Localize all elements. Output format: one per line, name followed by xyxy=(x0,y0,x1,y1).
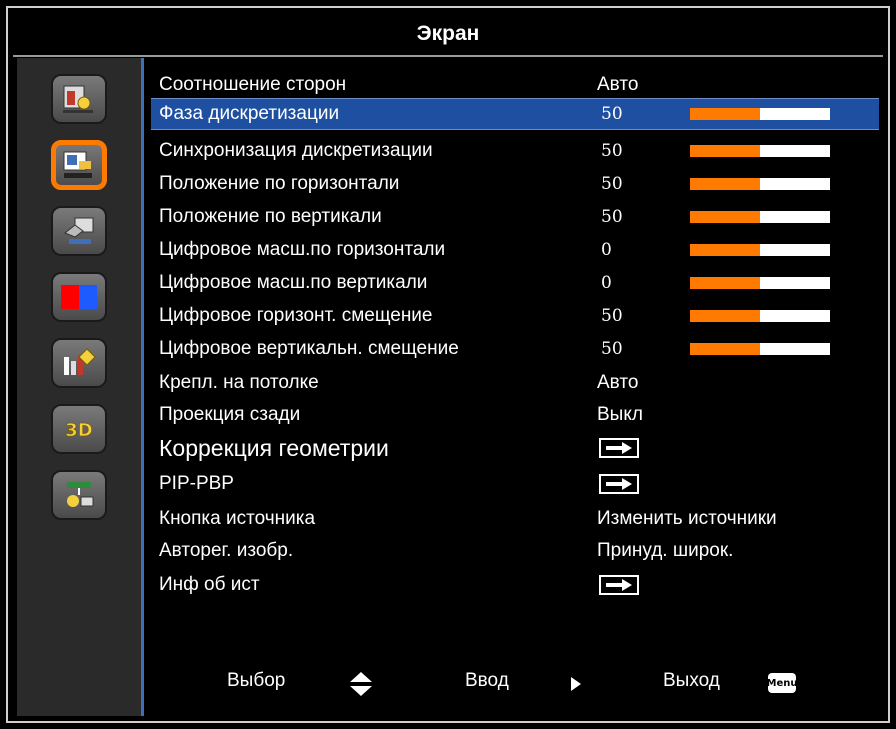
menu-row[interactable]: Инф об ист xyxy=(151,570,879,600)
menu-row[interactable]: Коррекция геометрии xyxy=(151,433,879,463)
menu-row-value: 50 xyxy=(601,174,623,194)
menu-key-icon: Menu xyxy=(766,673,798,693)
menu-row[interactable]: Кнопка источника Изменить источники xyxy=(151,504,879,534)
menu-row[interactable]: Положение по вертикали 50 xyxy=(151,202,879,232)
enter-hint: Ввод xyxy=(465,670,509,691)
value-slider[interactable] xyxy=(690,211,830,223)
menu-footer: Выбор Ввод Выход Menu xyxy=(145,658,883,708)
slider-fill xyxy=(690,145,760,157)
category-sidebar: 3D xyxy=(17,58,144,716)
menu-row-label: Цифровое вертикальн. смещение xyxy=(159,338,459,359)
menu-row-label: Положение по горизонтали xyxy=(159,173,400,194)
menu-row[interactable]: Проекция сзади Выкл xyxy=(151,400,879,430)
menu-row-value: 50 xyxy=(601,339,623,359)
color-blocks-icon[interactable] xyxy=(51,272,107,322)
menu-row-label: Цифровое масш.по горизонтали xyxy=(159,239,446,260)
svg-text:3D: 3D xyxy=(65,420,92,441)
menu-key-label: Menu xyxy=(766,677,798,689)
slider-fill xyxy=(690,244,760,256)
menu-row-label: Кнопка источника xyxy=(159,508,316,529)
menu-row-value: 50 xyxy=(601,104,623,124)
menu-row[interactable]: PIP-PBP xyxy=(151,469,879,499)
picture-settings-icon[interactable] xyxy=(51,74,107,124)
menu-row-value: 0 xyxy=(601,273,612,293)
menu-row-value: 50 xyxy=(601,207,623,227)
slider-fill xyxy=(690,108,760,120)
menu-title-text: Экран xyxy=(416,22,480,45)
menu-row-label: Авторег. изобр. xyxy=(159,540,294,561)
menu-content: Соотношение сторон Авто Фаза дискретизации… xyxy=(145,58,883,716)
menu-row[interactable]: Цифровое вертикальн. смещение 50 xyxy=(151,334,879,364)
menu-row[interactable]: Положение по горизонтали 50 xyxy=(151,169,879,199)
menu-row-label: Фаза дискретизации xyxy=(159,103,340,124)
menu-row-label: Соотношение сторон xyxy=(159,74,347,95)
menu-row-value: Изменить источники xyxy=(597,508,777,529)
submenu-arrow-icon[interactable] xyxy=(599,474,639,494)
slider-fill xyxy=(690,343,760,355)
menu-row-label: Коррекция геометрии xyxy=(159,435,389,461)
value-slider[interactable] xyxy=(690,108,830,120)
menu-row[interactable]: Цифровое масш.по горизонтали 0 xyxy=(151,235,879,265)
up-down-arrow-icon xyxy=(350,672,372,696)
menu-row-label: Проекция сзади xyxy=(159,404,301,425)
value-slider[interactable] xyxy=(690,277,830,289)
menu-row[interactable]: Фаза дискретизации 50 xyxy=(151,98,879,130)
exit-hint: Выход xyxy=(663,670,720,691)
menu-row-value: 50 xyxy=(601,141,623,161)
menu-row[interactable]: Синхронизация дискретизации 50 xyxy=(151,136,879,166)
value-slider[interactable] xyxy=(690,343,830,355)
submenu-arrow-icon[interactable] xyxy=(599,438,639,458)
menu-title: Экран xyxy=(13,13,883,57)
slider-fill xyxy=(690,310,760,322)
menu-row-label: Инф об ист xyxy=(159,574,260,595)
menu-row[interactable]: Авторег. изобр. Принуд. широк. xyxy=(151,536,879,566)
value-slider[interactable] xyxy=(690,244,830,256)
menu-row-label: Крепл. на потолке xyxy=(159,372,319,393)
menu-row-value: Авто xyxy=(597,372,639,393)
value-slider[interactable] xyxy=(690,178,830,190)
menu-row-label: PIP-PBP xyxy=(159,473,234,494)
setup-hand-icon[interactable] xyxy=(51,206,107,256)
menu-row[interactable]: Цифровое масш.по вертикали 0 xyxy=(151,268,879,298)
select-hint: Выбор xyxy=(227,670,286,691)
screen-settings-icon[interactable] xyxy=(51,140,107,190)
submenu-arrow-icon[interactable] xyxy=(599,575,639,595)
menu-row[interactable]: Крепл. на потолке Авто xyxy=(151,368,879,398)
slider-fill xyxy=(690,211,760,223)
network-icon[interactable] xyxy=(51,470,107,520)
menu-row-value: Выкл xyxy=(597,404,643,425)
slider-fill xyxy=(690,277,760,289)
menu-row-label: Цифровое масш.по вертикали xyxy=(159,272,428,293)
info-bars-icon[interactable] xyxy=(51,338,107,388)
menu-row-label: Цифровое горизонт. смещение xyxy=(159,305,433,326)
menu-row[interactable]: Цифровое горизонт. смещение 50 xyxy=(151,301,879,331)
right-arrow-icon xyxy=(571,677,581,691)
menu-row-value: 0 xyxy=(601,240,612,260)
value-slider[interactable] xyxy=(690,145,830,157)
menu-row-label: Положение по вертикали xyxy=(159,206,382,227)
menu-row-label: Синхронизация дискретизации xyxy=(159,140,433,161)
3d-icon[interactable]: 3D xyxy=(51,404,107,454)
menu-row[interactable]: Соотношение сторон Авто xyxy=(151,70,879,100)
slider-fill xyxy=(690,178,760,190)
value-slider[interactable] xyxy=(690,310,830,322)
menu-row-value: Авто xyxy=(597,74,639,95)
menu-row-value: 50 xyxy=(601,306,623,326)
menu-row-value: Принуд. широк. xyxy=(597,540,734,561)
